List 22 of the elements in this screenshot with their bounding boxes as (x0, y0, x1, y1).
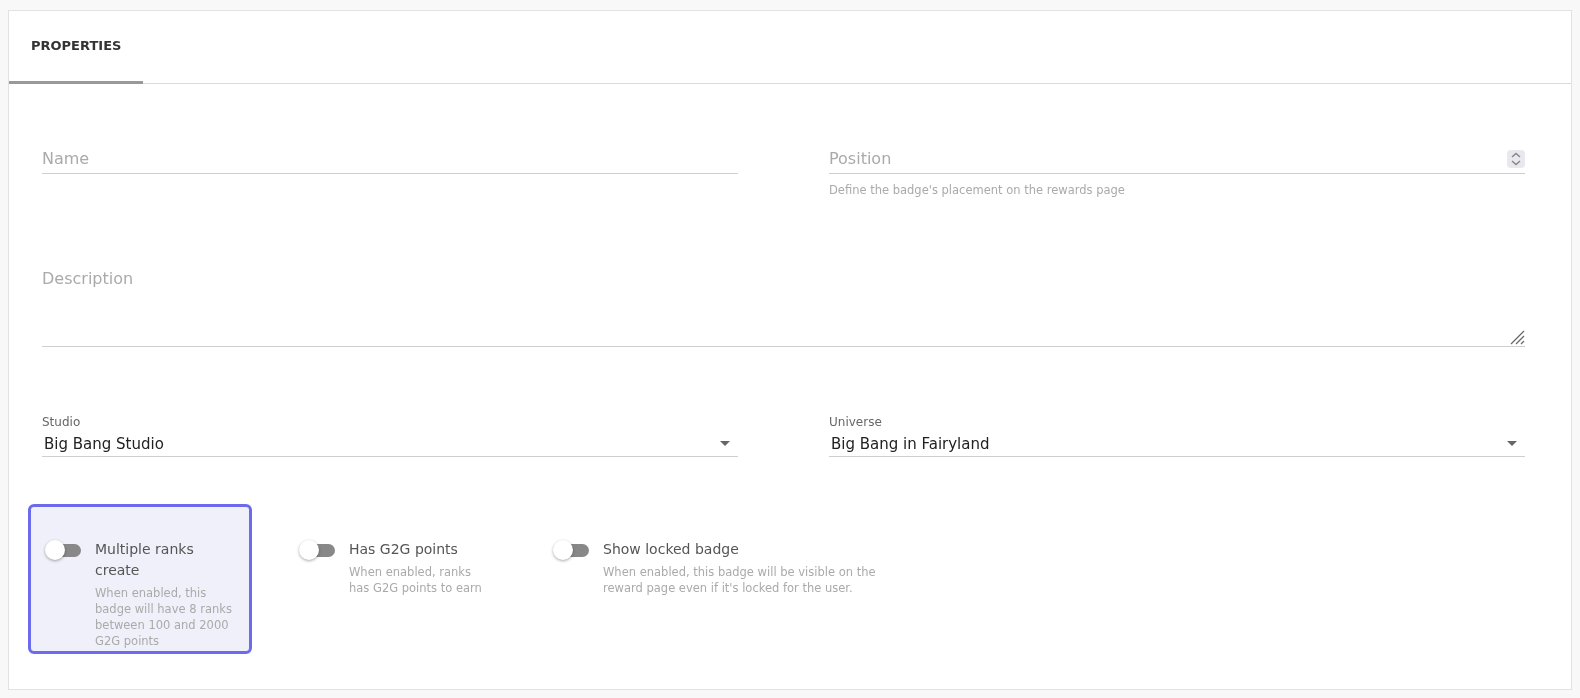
toggle-switch[interactable] (45, 540, 81, 561)
select-label: Studio (42, 414, 82, 432)
dropdown-caret-icon[interactable] (1507, 441, 1517, 447)
stepper-icon[interactable] (1507, 149, 1525, 168)
description-field[interactable]: Description (42, 267, 1525, 348)
toggle-description: When enabled, this badge will have 8 ranks between 100 and 2000 G2G points (95, 585, 233, 650)
resize-handle-icon[interactable] (1509, 329, 1525, 346)
dropdown-caret-icon[interactable] (720, 441, 730, 447)
select-field[interactable]: Big Bang in Fairyland (829, 431, 1525, 458)
select-label: Universe (829, 414, 883, 432)
select-field[interactable]: Big Bang Studio (42, 431, 738, 458)
toggle-switch[interactable] (553, 540, 589, 561)
toggle-description: When enabled, this badge will be visible on the reward page even if it's locked for the user. (603, 564, 877, 597)
toggle-switch[interactable] (299, 540, 335, 561)
toggle-description: When enabled, ranks has G2G points to earn (349, 564, 483, 597)
position-field[interactable]: Position (829, 146, 1507, 171)
toggle-label: Has G2G points (349, 540, 459, 560)
toggle-label: Multiple ranks create (95, 540, 195, 581)
tab[interactable]: PROPERTIES (9, 11, 144, 84)
toggle-label: Show locked badge (603, 540, 740, 560)
name-field[interactable]: Name (42, 144, 738, 174)
helper-text: Define the badge's placement on the rewards page (829, 182, 1126, 199)
